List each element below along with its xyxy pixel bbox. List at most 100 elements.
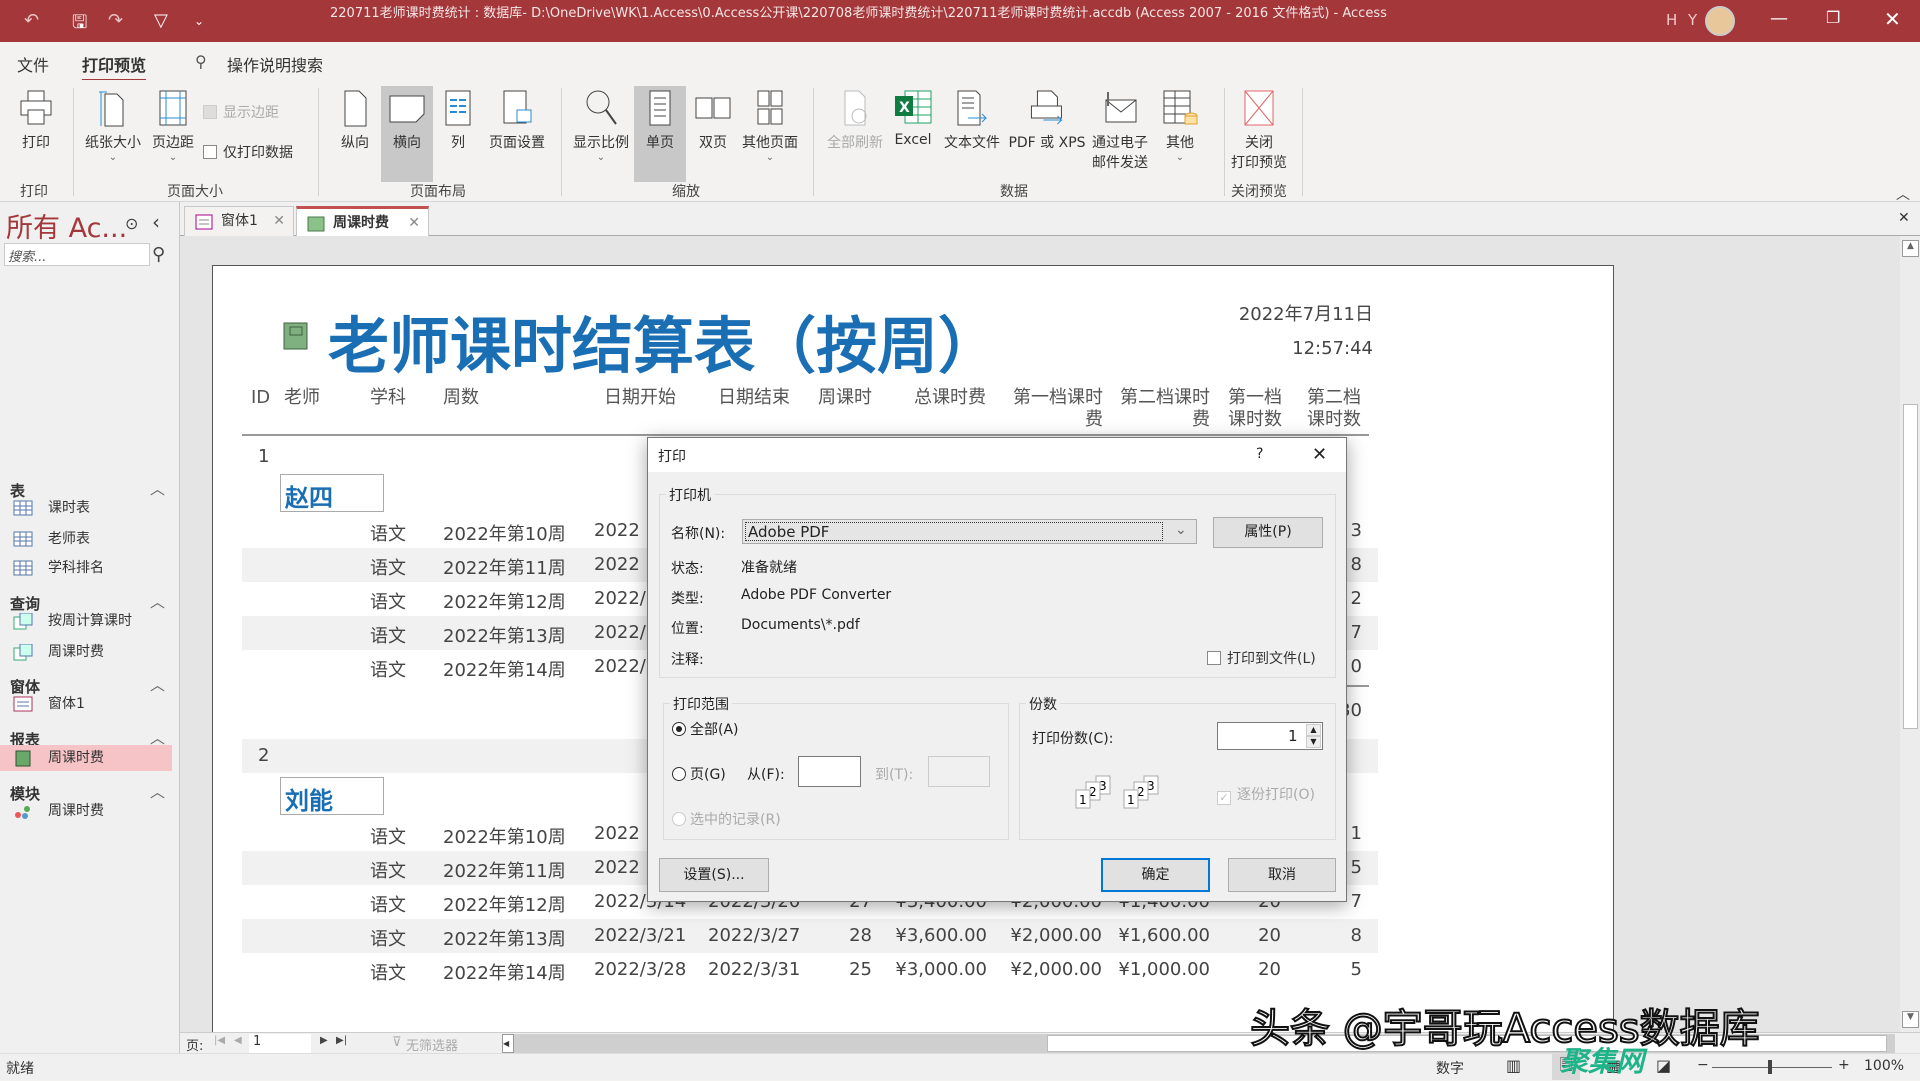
nav-search-input[interactable]: 搜索... <box>4 243 150 266</box>
avatar[interactable] <box>1705 6 1735 36</box>
scroll-down-icon[interactable]: ▼ <box>1902 1011 1919 1028</box>
design-view-icon[interactable]: ◪ <box>1656 1056 1671 1075</box>
print-button[interactable]: 打印 <box>14 86 58 182</box>
close-tab-icon[interactable]: ✕ <box>273 207 285 235</box>
page-setup-button[interactable]: 页面设置 <box>485 86 549 182</box>
undo-icon[interactable]: ↶ <box>24 10 39 31</box>
zoom-button[interactable]: 显示比例 ⌄ <box>569 86 633 182</box>
search-icon[interactable]: ⚲ <box>152 244 165 265</box>
no-filter-button[interactable]: 无筛选器 <box>406 1035 458 1054</box>
search-icon[interactable]: ⚲ <box>195 52 207 71</box>
two-pages-button[interactable]: 双页 <box>689 86 737 182</box>
num-lock-indicator: 数字 <box>1436 1061 1464 1077</box>
nav-item[interactable]: 周课时费 <box>0 745 172 771</box>
zoom-slider-handle[interactable] <box>1768 1060 1772 1074</box>
previous-page-icon[interactable]: ◀ <box>234 1035 242 1046</box>
tab-file[interactable]: 文件 <box>17 52 49 76</box>
close-print-preview-button[interactable]: 关闭 打印预览 <box>1227 86 1291 182</box>
tab-print-preview[interactable]: 打印预览 <box>82 52 147 82</box>
nav-item[interactable]: 周课时费 <box>0 639 172 665</box>
chevron-down-icon: ⌄ <box>168 152 178 163</box>
form-icon <box>13 696 33 712</box>
nav-menu-dropdown-icon[interactable]: ⊙ <box>125 214 138 233</box>
close-dialog-icon[interactable]: ✕ <box>1312 444 1327 465</box>
show-margins-checkbox[interactable]: 显示边距 <box>203 102 279 122</box>
range-selected-records-radio[interactable]: 选中的记录(R) <box>672 809 781 829</box>
nav-item[interactable]: 按周计算课时 <box>0 608 172 634</box>
collate-checkbox[interactable]: ✓ 逐份打印(O) <box>1217 784 1315 805</box>
excel-export-button[interactable]: X Excel <box>889 86 937 182</box>
close-tab-icon[interactable]: ✕ <box>408 209 420 237</box>
one-page-button[interactable]: 单页 <box>634 86 686 182</box>
dialog-title: 打印 <box>658 449 686 465</box>
close-document-icon[interactable]: ✕ <box>1898 210 1910 226</box>
spin-up-icon[interactable]: ▲ <box>1306 724 1321 736</box>
more-export-button[interactable]: 其他 ⌄ <box>1156 86 1204 182</box>
group-label-zoom: 缩放 <box>672 184 700 200</box>
save-icon[interactable]: 🖫 <box>72 10 87 40</box>
help-button[interactable]: ? <box>1256 446 1263 462</box>
zoom-slider[interactable] <box>1712 1067 1832 1068</box>
nav-item[interactable]: 老师表 <box>0 526 172 552</box>
tab-weekly-fee-report[interactable]: 周课时费 ✕ <box>296 206 429 236</box>
minimize-icon[interactable]: — <box>1770 8 1788 29</box>
setup-button[interactable]: 设置(S)... <box>659 858 769 892</box>
ok-button[interactable]: 确定 <box>1101 858 1210 892</box>
nav-pane-title[interactable]: 所有 Ac... <box>6 206 127 245</box>
nav-item[interactable]: 窗体1 <box>0 691 172 717</box>
tab-form1[interactable]: 窗体1 ✕ <box>184 206 294 236</box>
zoom-out-icon[interactable]: − <box>1697 1057 1709 1073</box>
collapse-ribbon-icon[interactable]: ︿ <box>1896 184 1910 204</box>
to-page-input[interactable] <box>928 756 990 787</box>
columns-button[interactable]: 列 <box>436 86 480 182</box>
from-page-input[interactable] <box>798 756 861 787</box>
spin-down-icon[interactable]: ▼ <box>1306 736 1321 748</box>
nav-item[interactable]: 周课时费 <box>0 798 172 824</box>
last-page-icon[interactable]: ▶| <box>336 1035 347 1046</box>
zoom-in-icon[interactable]: + <box>1838 1057 1850 1073</box>
more-pages-button[interactable]: 其他页面 ⌄ <box>738 86 802 182</box>
refresh-all-button[interactable]: 全部刷新 <box>823 86 887 182</box>
email-button[interactable]: 通过电子 邮件发送 <box>1088 86 1152 182</box>
landscape-icon <box>389 95 425 123</box>
print-data-only-checkbox[interactable]: 仅打印数据 <box>203 142 293 162</box>
scrollbar-thumb[interactable] <box>1903 404 1918 729</box>
page-number-input[interactable]: 1 <box>249 1034 311 1054</box>
user-name[interactable]: H Y <box>1666 11 1700 29</box>
text-file-export-button[interactable]: 文本文件 <box>940 86 1004 182</box>
printer-name-select[interactable]: Adobe PDF ⌄ <box>742 519 1197 544</box>
tell-me-search[interactable]: 操作说明搜索 <box>227 52 323 76</box>
margins-button[interactable]: 页边距 ⌄ <box>148 86 198 182</box>
tab-label: 周课时费 <box>333 215 389 231</box>
printer-icon <box>20 90 52 125</box>
print-to-file-checkbox[interactable]: 打印到文件(L) <box>1207 648 1316 668</box>
range-all-radio[interactable]: 全部(A) <box>672 719 739 739</box>
vertical-scrollbar[interactable]: ▲ ▼ <box>1900 236 1920 1032</box>
paper-size-button[interactable]: 纸张大小 ⌄ <box>81 86 145 182</box>
report-view-icon[interactable]: ▥ <box>1506 1056 1521 1075</box>
filter-icon[interactable]: ▽ <box>154 10 168 31</box>
close-window-icon[interactable]: ✕ <box>1884 7 1901 31</box>
status-text: 就绪 <box>6 1061 34 1077</box>
columns-label: 列 <box>451 135 465 151</box>
redo-icon[interactable]: ↷ <box>108 10 123 31</box>
customize-quick-access-icon[interactable]: ⌄ <box>194 14 204 28</box>
range-pages-radio[interactable]: 页(G) <box>672 764 726 784</box>
portrait-button[interactable]: 纵向 <box>333 86 377 182</box>
first-page-icon[interactable]: |◀ <box>214 1035 225 1046</box>
nav-item[interactable]: 学科排名 <box>0 555 172 581</box>
pdf-xps-export-button[interactable]: PDF 或 XPS <box>1004 86 1089 182</box>
collapse-nav-icon[interactable]: ‹ <box>152 210 160 234</box>
landscape-button[interactable]: 横向 <box>381 86 433 182</box>
restore-icon[interactable]: ❐ <box>1826 8 1840 27</box>
scroll-left-icon[interactable]: ◀ <box>502 1034 514 1053</box>
copies-spinner[interactable]: 1 ▲ ▼ <box>1217 722 1323 750</box>
nav-item[interactable]: 课时表 <box>0 495 172 521</box>
radio <box>672 767 686 781</box>
properties-button[interactable]: 属性(P) <box>1213 517 1323 548</box>
cancel-button[interactable]: 取消 <box>1228 858 1336 892</box>
navigation-pane: 所有 Ac... ⊙ ‹ 搜索... ⚲ 表 ︿ 课时表 老师表 学科排名 查询 ︿ 按周计算… <box>0 202 180 1053</box>
next-page-icon[interactable]: ▶ <box>320 1035 328 1046</box>
scroll-up-icon[interactable]: ▲ <box>1902 240 1919 257</box>
margins-icon <box>159 90 187 126</box>
